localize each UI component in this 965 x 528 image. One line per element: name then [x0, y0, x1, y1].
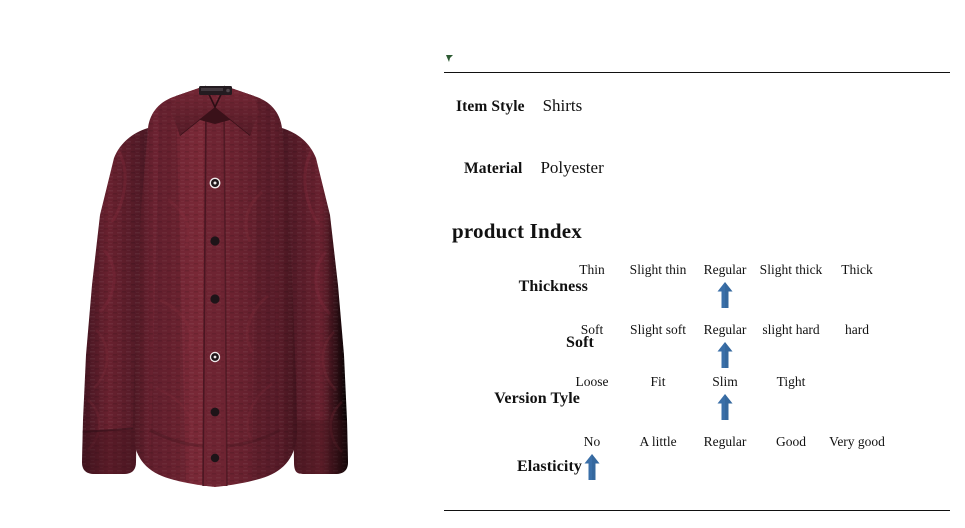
index-option[interactable]: Loose	[576, 374, 609, 390]
index-row-label: Thickness	[518, 278, 588, 295]
index-row-label: Soft	[566, 334, 594, 351]
index-option[interactable]: slight hard	[762, 322, 819, 338]
index-option[interactable]: Very good	[829, 434, 885, 450]
index-row-label: Elasticity	[517, 458, 582, 475]
index-option[interactable]: Good	[776, 434, 806, 450]
index-option[interactable]: Slight thin	[630, 262, 687, 278]
spec-panel: Item Style Shirts Material Polyester pro…	[430, 0, 965, 528]
index-option[interactable]: A little	[639, 434, 676, 450]
index-option[interactable]: Fit	[650, 374, 665, 390]
shirt-body	[133, 86, 297, 487]
selected-indicator-arrow-icon	[717, 342, 733, 368]
index-option[interactable]: Soft	[581, 322, 604, 338]
shirt-illustration	[0, 0, 430, 528]
product-detail-page: Item Style Shirts Material Polyester pro…	[0, 0, 965, 528]
index-option[interactable]: Slim	[712, 374, 738, 390]
index-option[interactable]: Thick	[841, 262, 873, 278]
index-option[interactable]: Regular	[704, 322, 747, 338]
selected-indicator-arrow-icon	[717, 282, 733, 308]
product-index-table: Thickness Thin Slight thin Regular Slight th…	[430, 0, 965, 528]
selected-indicator-arrow-icon	[717, 394, 733, 420]
index-option[interactable]: No	[584, 434, 601, 450]
product-photo	[0, 0, 430, 528]
index-option[interactable]: Slight soft	[630, 322, 686, 338]
index-row-label: Version Tyle	[494, 390, 580, 407]
index-option[interactable]: Regular	[704, 434, 747, 450]
index-option[interactable]: Regular	[704, 262, 747, 278]
index-option[interactable]: Tight	[777, 374, 806, 390]
index-option[interactable]: Thin	[579, 262, 605, 278]
index-option[interactable]: Slight thick	[760, 262, 823, 278]
divider-bottom	[444, 510, 950, 511]
index-option[interactable]: hard	[845, 322, 869, 338]
selected-indicator-arrow-icon	[584, 454, 600, 480]
